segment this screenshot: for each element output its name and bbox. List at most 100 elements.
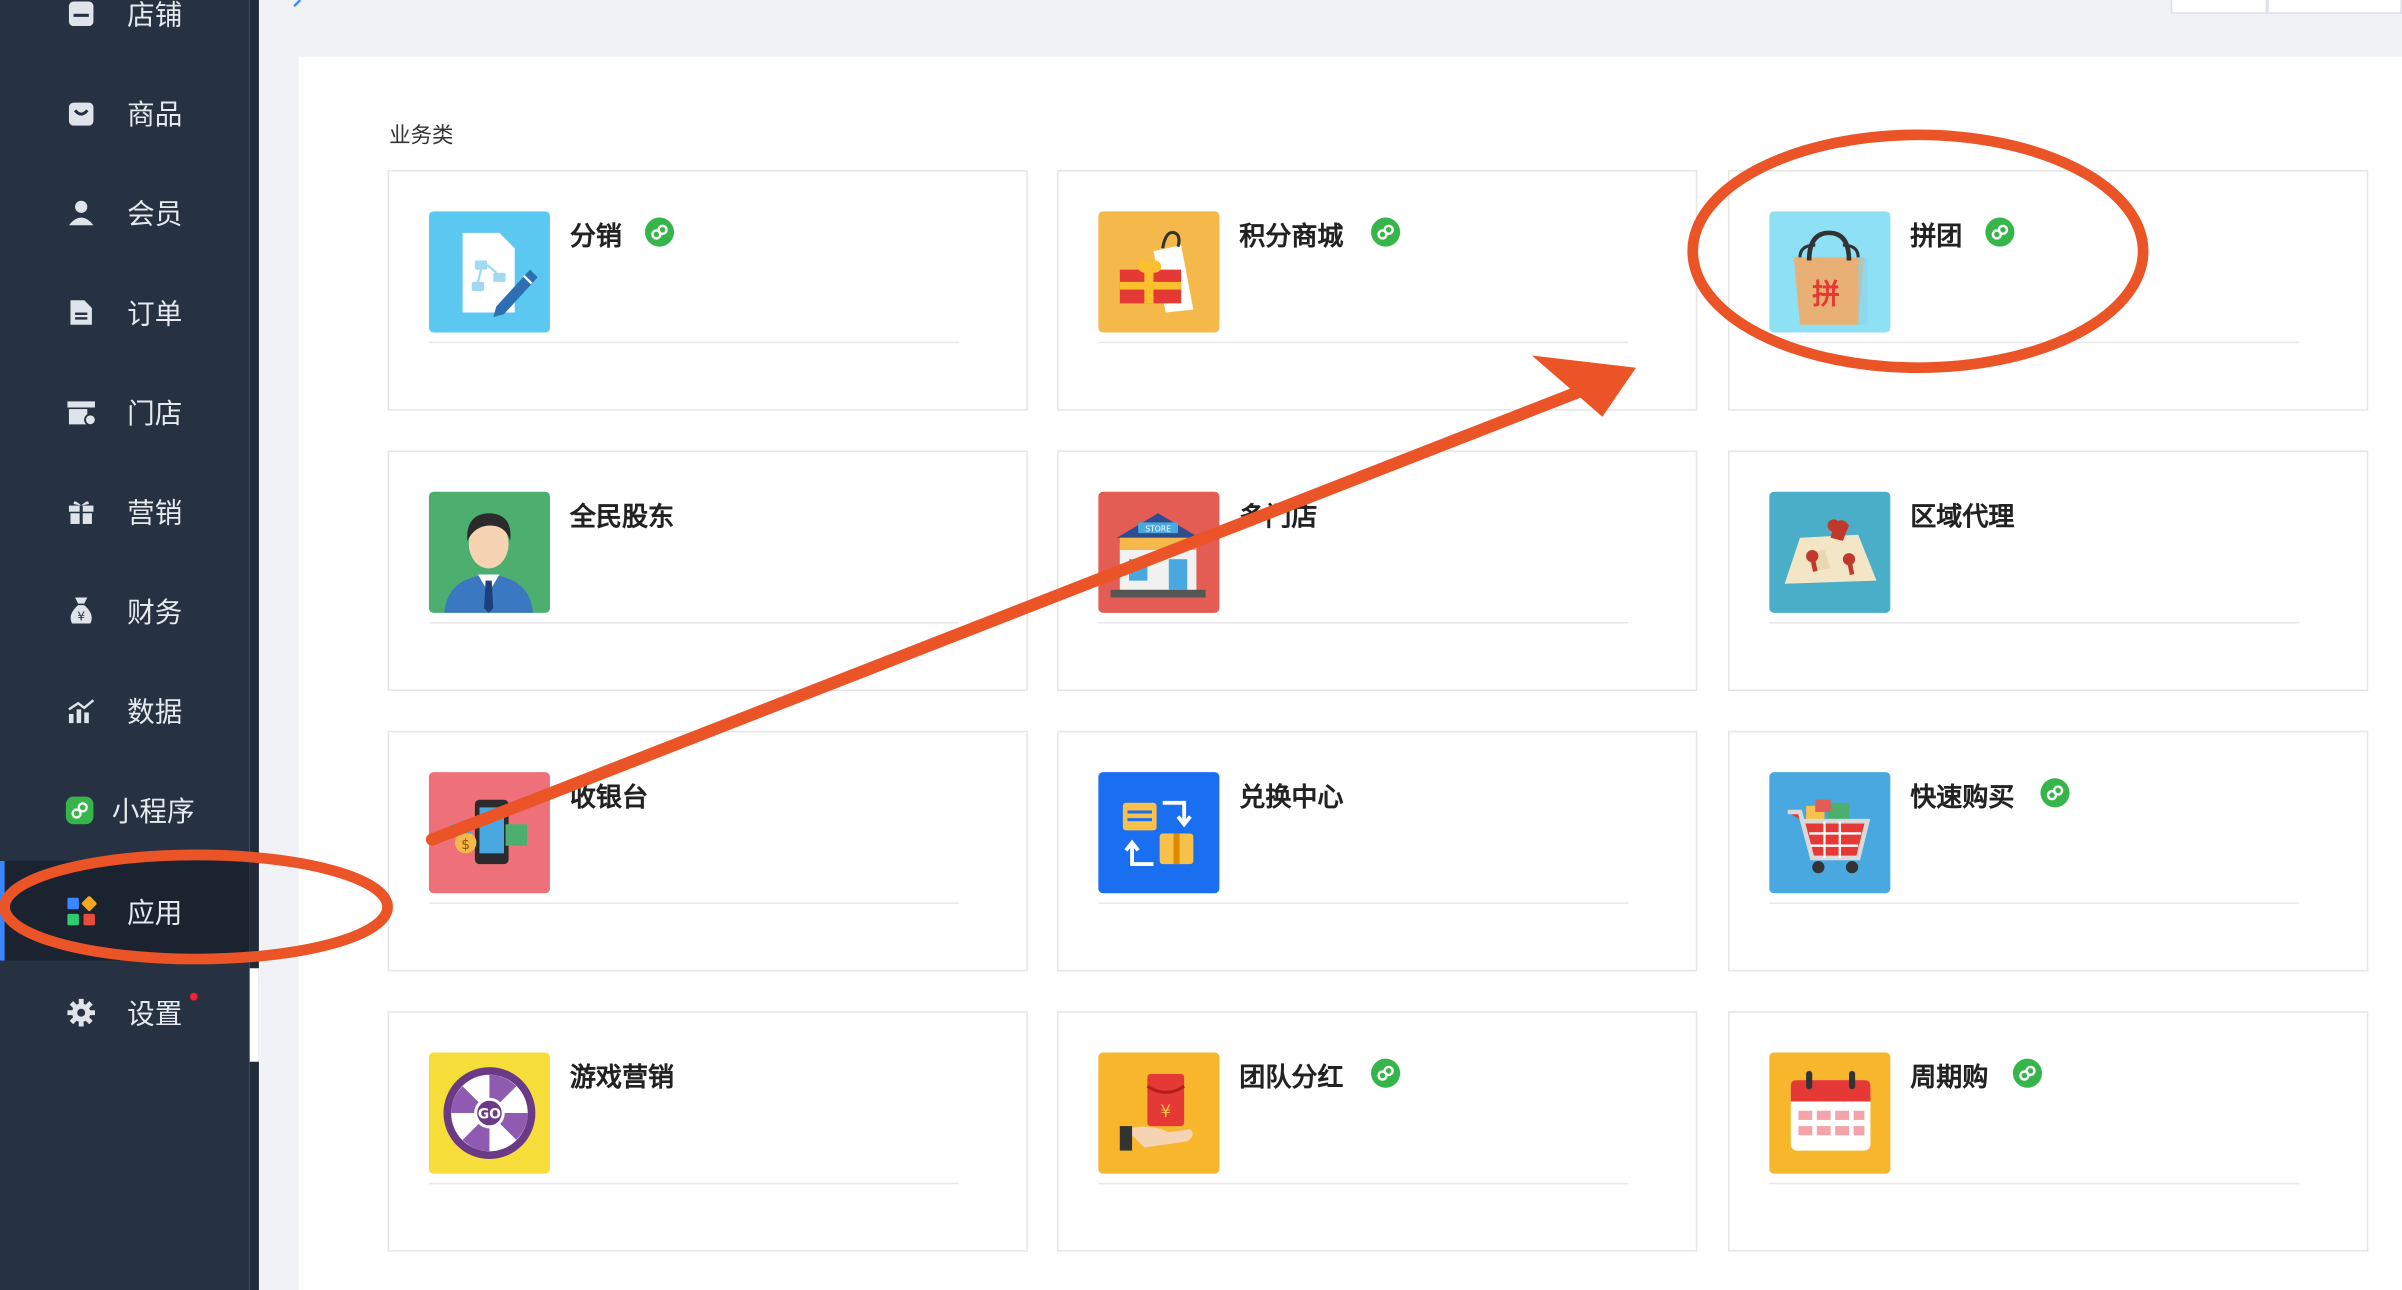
group-buy-icon: 拼	[1769, 211, 1891, 333]
app-card-game-marketing[interactable]: GO 游戏营销	[387, 1011, 1028, 1252]
app-card-cashier[interactable]: $ 收银台	[387, 730, 1028, 972]
sidebar-scrollbar[interactable]	[249, 0, 259, 1290]
sidebar-item-apps[interactable]: 应用	[0, 861, 250, 961]
app-title: 收银台	[569, 782, 648, 814]
sidebar-item-store[interactable]: 门店	[0, 362, 250, 462]
sidebar-gap	[249, 968, 259, 1062]
svg-text:$: $	[461, 837, 470, 853]
distribution-icon	[428, 211, 550, 333]
app-card-points-mall[interactable]: 积分商城	[1057, 170, 1698, 411]
points-mall-icon	[1098, 211, 1220, 333]
card-divider	[428, 902, 959, 904]
sidebar-item-shop[interactable]: 店铺	[0, 0, 250, 63]
app-title: 兑换中心	[1239, 782, 1344, 814]
miniprogram-badge-icon	[1371, 217, 1401, 247]
sidebar-item-label: 订单	[127, 297, 183, 331]
app-card-multi-store[interactable]: STORE 多门店	[1057, 450, 1698, 691]
app-card-distribution[interactable]: 分销	[387, 170, 1028, 411]
svg-text:STORE: STORE	[1145, 525, 1171, 534]
money-bag-icon: ¥	[66, 595, 97, 626]
bar-chart-icon	[66, 695, 97, 726]
region-agent-icon	[1769, 491, 1891, 613]
notification-dot	[189, 992, 198, 1001]
multi-store-icon: STORE	[1098, 491, 1220, 613]
app-card-quick-buy[interactable]: 快速购买	[1727, 730, 2369, 972]
miniprogram-badge-icon	[2040, 778, 2070, 808]
app-title: 周期购	[1910, 1063, 1989, 1094]
bag-icon	[66, 97, 97, 128]
shop-icon	[66, 0, 97, 28]
sidebar-item-member[interactable]: 会员	[0, 162, 250, 262]
sidebar-item-label: 商品	[127, 98, 183, 131]
card-divider	[1098, 902, 1629, 904]
sidebar-item-label: 门店	[127, 397, 183, 430]
team-bonus-icon: ¥	[1098, 1052, 1220, 1174]
card-divider	[1098, 341, 1629, 344]
exchange-icon	[1098, 772, 1220, 894]
topbar-button[interactable]	[2267, 0, 2402, 14]
cashier-icon: $	[428, 772, 550, 894]
store-icon	[66, 396, 97, 427]
app-title: 积分商城	[1239, 222, 1344, 253]
svg-text:¥: ¥	[77, 609, 85, 623]
card-divider	[1769, 341, 2300, 344]
app-title: 分销	[569, 222, 622, 253]
shareholder-icon	[428, 491, 550, 613]
app-title: 全民股东	[569, 502, 675, 534]
topbar-buttons	[2170, 0, 2402, 14]
card-divider	[428, 622, 959, 624]
section-title: 业务类	[389, 124, 454, 149]
sidebar-item-goods[interactable]: 商品	[0, 63, 250, 163]
svg-text:¥: ¥	[1160, 1101, 1171, 1121]
card-divider	[428, 1182, 959, 1185]
app-title: 快速购买	[1910, 782, 2015, 814]
gear-icon	[66, 997, 97, 1028]
screen: 店铺 商品 会员 订单 门店 营销 ¥ 财务 数据 小程序 应用 设置 业务类 …	[0, 0, 2402, 1290]
document-icon	[66, 296, 97, 327]
user-icon	[66, 197, 97, 228]
svg-text:拼: 拼	[1812, 277, 1840, 310]
sidebar-item-label: 小程序	[111, 795, 195, 829]
app-card-group-buy[interactable]: 拼 拼团	[1727, 170, 2369, 411]
app-title: 拼团	[1910, 222, 1963, 253]
card-divider	[1098, 1182, 1629, 1185]
app-card-region-agent[interactable]: 区域代理	[1727, 450, 2369, 691]
sidebar-item-marketing[interactable]: 营销	[0, 461, 250, 561]
sidebar-item-finance[interactable]: ¥ 财务	[0, 561, 250, 661]
game-wheel-icon: GO	[428, 1052, 550, 1174]
app-title: 多门店	[1239, 502, 1318, 534]
app-title: 游戏营销	[569, 1063, 675, 1094]
sidebar-item-miniprogram[interactable]: 小程序	[0, 760, 250, 860]
apps-icon	[66, 895, 97, 926]
gift-icon	[66, 496, 97, 527]
card-divider	[1769, 1182, 2300, 1185]
card-divider	[1769, 902, 2300, 904]
card-divider	[1769, 622, 2300, 624]
miniprogram-badge-icon	[644, 217, 675, 247]
sidebar-item-label: 营销	[127, 497, 183, 530]
miniprogram-badge-icon	[1985, 217, 2015, 247]
app-card-shareholder[interactable]: 全民股东	[387, 450, 1028, 691]
app-card-exchange[interactable]: 兑换中心	[1057, 730, 1698, 972]
miniprogram-badge-icon	[1371, 1058, 1401, 1088]
sidebar-item-label: 店铺	[127, 0, 183, 32]
card-divider	[1098, 622, 1629, 624]
sidebar-item-label: 财务	[127, 596, 183, 629]
sidebar-item-data[interactable]: 数据	[0, 660, 250, 760]
sidebar-item-settings[interactable]: 设置	[0, 962, 250, 1062]
svg-text:GO: GO	[478, 1106, 501, 1122]
sidebar-item-label: 数据	[127, 696, 183, 729]
sidebar: 店铺 商品 会员 订单 门店 营销 ¥ 财务 数据 小程序 应用 设置	[0, 0, 250, 1290]
sidebar-item-order[interactable]: 订单	[0, 262, 250, 362]
calendar-icon	[1769, 1052, 1891, 1174]
app-card-subscription[interactable]: 周期购	[1727, 1011, 2369, 1252]
card-divider	[428, 341, 959, 344]
sidebar-item-label: 设置	[127, 998, 183, 1031]
quick-buy-icon	[1769, 772, 1891, 894]
app-title: 区域代理	[1910, 502, 2015, 534]
miniprogram-badge-icon	[2012, 1058, 2043, 1088]
topbar-button[interactable]	[2170, 0, 2268, 14]
miniprogram-icon	[64, 794, 95, 825]
app-card-team-bonus[interactable]: ¥ 团队分红	[1057, 1011, 1698, 1252]
app-title: 团队分红	[1239, 1063, 1344, 1094]
